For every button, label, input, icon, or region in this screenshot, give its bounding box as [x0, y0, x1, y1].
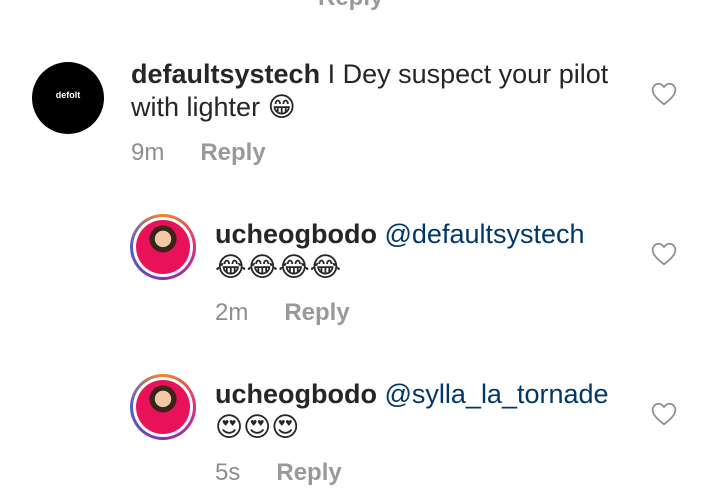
reply-button[interactable]: Reply — [200, 139, 265, 166]
comment-username[interactable]: ucheogbodo — [215, 379, 377, 409]
heart-outline-icon[interactable] — [651, 402, 677, 426]
comment-timestamp: 5s — [215, 459, 241, 486]
comment-mention[interactable]: @defaultsystech — [385, 219, 585, 249]
avatar[interactable] — [130, 374, 196, 440]
heart-outline-icon[interactable] — [651, 82, 677, 106]
comment-emoji: 😁 — [267, 92, 296, 123]
comment-username[interactable]: ucheogbodo — [215, 219, 377, 249]
avatar[interactable]: defolt — [32, 62, 104, 134]
avatar[interactable] — [130, 214, 196, 280]
reply-button[interactable]: Reply — [276, 459, 341, 486]
comment-timestamp: 2m — [215, 299, 249, 326]
comment-body: ucheogbodo @defaultsystech 😂😂😂😂 — [215, 218, 635, 284]
comment-meta: 2m Reply — [215, 299, 350, 327]
comment-meta: 9m Reply — [131, 139, 266, 167]
comment-body: defaultsystech I Dey suspect your pilot … — [131, 58, 631, 124]
comment-body: ucheogbodo @sylla_la_tornade 😍😍😍 — [215, 378, 635, 444]
comment-meta: 5s Reply — [215, 459, 342, 487]
comment-username[interactable]: defaultsystech — [131, 59, 320, 89]
comment-emoji: 😂😂😂😂 — [215, 252, 342, 283]
reply-button-previous[interactable]: Reply — [318, 0, 383, 12]
reply-button[interactable]: Reply — [284, 299, 349, 326]
comment-emoji: 😍😍😍 — [215, 412, 300, 443]
avatar-logo-text: defolt — [55, 90, 81, 100]
heart-outline-icon[interactable] — [651, 242, 677, 266]
comment-mention[interactable]: @sylla_la_tornade — [385, 379, 609, 409]
comment-timestamp: 9m — [131, 139, 165, 166]
